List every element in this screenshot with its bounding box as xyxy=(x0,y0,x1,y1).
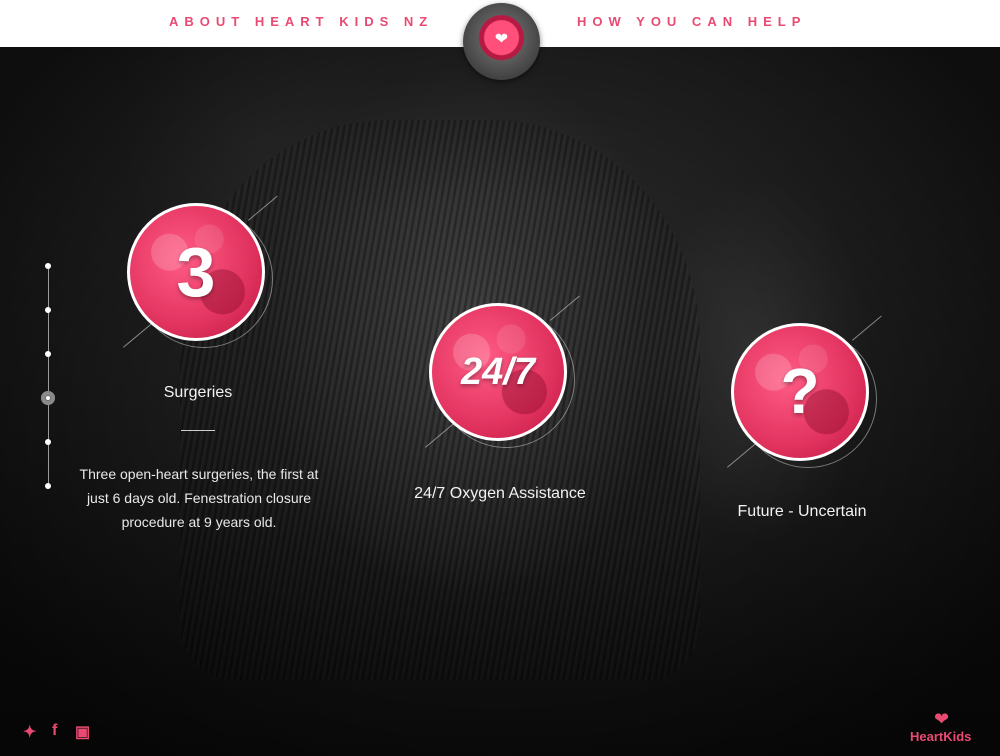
logo-button[interactable]: ❤ xyxy=(463,3,540,80)
stat-surgeries-label: Surgeries xyxy=(163,384,233,401)
brand-logo-link[interactable]: HeartKids xyxy=(910,729,971,744)
stat-surgeries-value: 3 xyxy=(176,233,216,311)
stat-divider xyxy=(181,430,215,431)
nav-help-link[interactable]: HOW YOU CAN HELP xyxy=(577,14,806,29)
facebook-icon[interactable]: f xyxy=(52,722,57,740)
timeline-dot-5[interactable] xyxy=(45,439,51,445)
instagram-icon[interactable]: ▣ xyxy=(75,722,90,742)
twitter-icon[interactable]: ✦ xyxy=(23,722,36,742)
timeline-dot-3[interactable] xyxy=(45,351,51,357)
stat-oxygen-label: 24/7 Oxygen Assistance xyxy=(414,485,586,502)
stat-surgeries-circle: 3 xyxy=(127,203,265,341)
timeline-line xyxy=(48,266,49,486)
stat-oxygen-circle: 24/7 xyxy=(429,303,567,441)
brand-heart-icon: ❤ xyxy=(934,709,950,729)
stat-future-label: Future - Uncertain xyxy=(737,503,867,520)
timeline-dot-2[interactable] xyxy=(45,307,51,313)
nav-about-link[interactable]: ABOUT HEART KIDS NZ xyxy=(169,14,433,29)
stat-surgeries-description: Three open-heart surgeries, the first at… xyxy=(79,466,319,530)
stat-future-value: ? xyxy=(780,355,820,427)
timeline-dot-active[interactable] xyxy=(41,391,55,405)
timeline-dot-6[interactable] xyxy=(45,483,51,489)
stat-future-circle: ? xyxy=(731,323,869,461)
heart-icon: ❤ xyxy=(494,31,509,48)
stat-oxygen-value: 24/7 xyxy=(461,351,535,393)
timeline-dot-1[interactable] xyxy=(45,263,51,269)
